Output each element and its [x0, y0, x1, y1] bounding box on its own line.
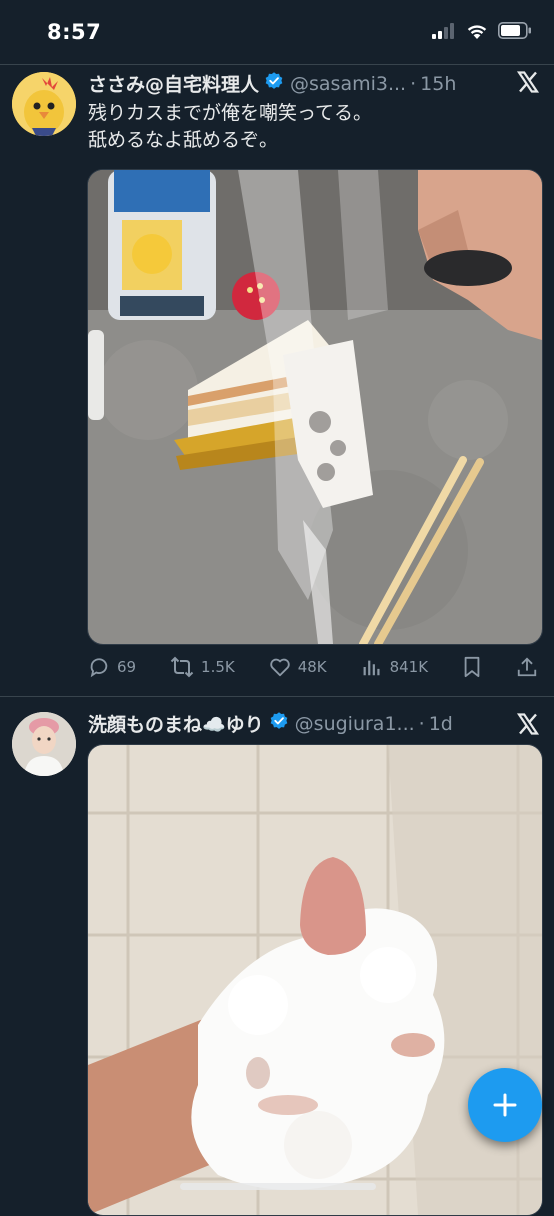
tweet-photo[interactable] — [87, 744, 543, 1216]
tweet-text-line: 舐めるなよ舐めるぞ。 — [88, 129, 279, 151]
tweet-text-line: 残りカスまでが俺を嘲笑ってる。 — [88, 102, 373, 124]
views-button[interactable]: 841K — [361, 656, 428, 678]
share-button[interactable] — [516, 656, 538, 678]
handle[interactable]: @sasami3... — [290, 73, 406, 95]
timestamp[interactable]: 1d — [429, 713, 453, 735]
x-logo-icon[interactable] — [516, 712, 540, 740]
like-icon — [269, 658, 290, 677]
reply-icon — [90, 658, 108, 678]
bookmark-icon — [464, 656, 480, 678]
like-button[interactable]: 48K — [269, 656, 327, 678]
status-icons — [432, 22, 532, 39]
compose-plus-icon — [493, 1093, 517, 1117]
chick-avatar-image — [12, 72, 76, 136]
status-time: 8:57 — [47, 20, 102, 44]
tweet-actions: 69 1.5K 48K 841K — [88, 654, 538, 680]
compose-button[interactable] — [468, 1068, 542, 1142]
avatar[interactable] — [12, 72, 76, 136]
wifi-icon — [467, 25, 487, 39]
reply-button[interactable]: 69 — [88, 656, 136, 678]
avatar[interactable] — [12, 712, 76, 776]
repost-count: 1.5K — [201, 658, 235, 676]
share-icon — [517, 657, 537, 677]
display-name[interactable]: ささみ@自宅料理人 — [88, 70, 259, 97]
status-bar: 8:57 — [0, 0, 554, 66]
battery-icon — [498, 22, 531, 39]
reply-count: 69 — [117, 658, 137, 676]
views-count: 841K — [389, 658, 429, 676]
timestamp[interactable]: 15h — [420, 73, 456, 95]
bookmark-button[interactable] — [462, 656, 482, 678]
tweet-photo[interactable] — [87, 169, 543, 645]
tweet-header: ささみ@自宅料理人 @sasami3... · 15h — [88, 70, 456, 97]
tweet-text: 残りカスまでが俺を嘲笑ってる。 舐めるなよ舐めるぞ。 — [88, 100, 372, 154]
repost-icon — [170, 656, 194, 678]
like-count: 48K — [297, 658, 327, 676]
display-name[interactable]: 洗顔ものまね☁️ゆり — [88, 710, 264, 737]
cake-photo-image — [88, 170, 542, 644]
x-logo-icon[interactable] — [516, 70, 540, 98]
top-divider — [0, 64, 554, 65]
tweet-header: 洗顔ものまね☁️ゆり @sugiura1... · 1d — [88, 710, 453, 737]
verified-badge-icon — [269, 711, 289, 736]
tweet-card[interactable]: ささみ@自宅料理人 @sasami3... · 15h 残りカスまでが俺を嘲笑っ… — [0, 66, 554, 696]
foam-hand-photo-image — [88, 745, 542, 1215]
verified-badge-icon — [264, 71, 284, 96]
handle[interactable]: @sugiura1... — [295, 713, 415, 735]
tweet-divider — [0, 696, 554, 697]
person-avatar-image — [12, 712, 76, 776]
views-icon — [363, 660, 380, 676]
separator: · — [410, 72, 417, 95]
tweet-card[interactable]: 洗顔ものまね☁️ゆり @sugiura1... · 1d — [0, 698, 554, 1216]
repost-button[interactable]: 1.5K — [170, 656, 235, 678]
home-indicator[interactable] — [180, 1183, 376, 1190]
separator: · — [418, 712, 425, 735]
signal-icon — [432, 22, 454, 39]
